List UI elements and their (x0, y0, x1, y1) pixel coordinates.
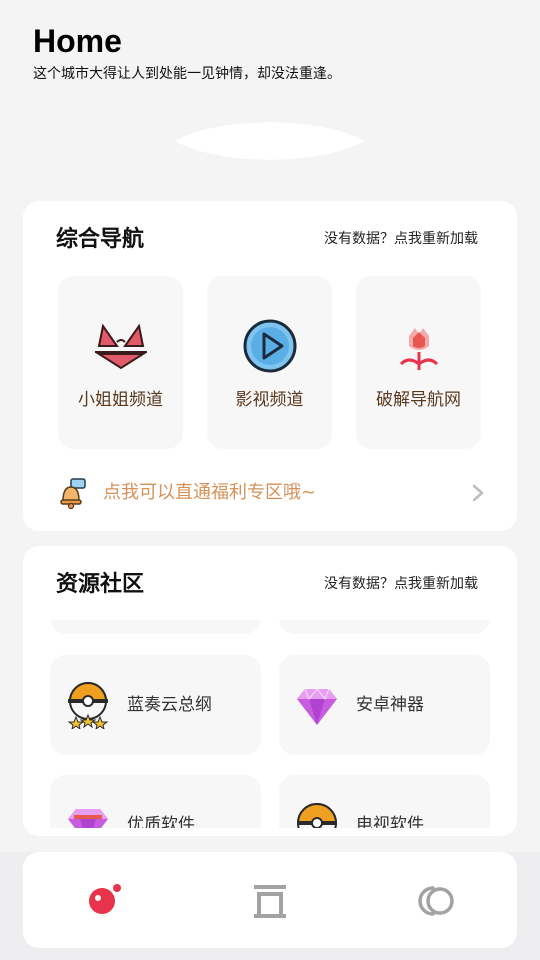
resource-label: 安卓神器 (356, 695, 424, 715)
pokeball-stars-icon (67, 682, 109, 729)
resource-section-card: 资源社区 没有数据？点我重新加载 蓝奏云总纲 安卓神器 优质软件 电视软件 (23, 546, 517, 836)
welfare-promo-link[interactable]: 点我可以直通福利专区哦~ (57, 475, 487, 511)
resource-label: 优质软件 (127, 815, 195, 828)
header: Home 这个城市大得让人到处能一见钟情，却没法重逢。 (33, 22, 341, 84)
bottom-tab-bar (0, 852, 540, 960)
lens-decoration (175, 122, 365, 160)
resource-label: 电视软件 (356, 815, 424, 828)
bell-icon (60, 478, 86, 509)
nav-tile-ladies-channel[interactable]: 小姐姐频道 (58, 276, 183, 449)
nav-tile-crack-nav[interactable]: 破解导航网 (356, 276, 481, 449)
diamond-icon (297, 688, 337, 725)
resource-tile-android[interactable]: 安卓神器 (279, 655, 490, 755)
tab-home[interactable] (79, 878, 129, 924)
promo-text: 点我可以直通福利专区哦~ (103, 482, 317, 503)
play-icon (243, 319, 296, 373)
nav-tile-label: 小姐姐频道 (78, 390, 163, 410)
nav-reload-link[interactable]: 没有数据？点我重新加载 (324, 229, 478, 249)
resource-tile[interactable] (50, 620, 261, 634)
resource-tile-tv-software[interactable]: 电视软件 (279, 775, 490, 828)
flower-icon (399, 328, 438, 370)
resource-label: 蓝奏云总纲 (127, 695, 212, 715)
resource-tile[interactable] (279, 620, 490, 634)
nav-tile-label: 破解导航网 (376, 390, 461, 410)
diamond-icon (68, 809, 108, 828)
bikini-icon (94, 323, 147, 370)
resource-tile-quality-software[interactable]: 优质软件 (50, 775, 261, 828)
tab-archive[interactable] (245, 878, 295, 924)
resource-section-title: 资源社区 (56, 572, 145, 597)
nav-section-title: 综合导航 (56, 227, 145, 252)
page-title: Home (33, 23, 122, 59)
tab-bar-panel (23, 852, 517, 948)
resource-reload-link[interactable]: 没有数据？点我重新加载 (324, 574, 478, 594)
rings-icon (418, 886, 454, 916)
nav-tile-video-channel[interactable]: 影视频道 (207, 276, 332, 449)
nav-section-card: 综合导航 没有数据？点我重新加载 小姐姐频道 影视频道 破解导航网 点我可以直通… (23, 201, 517, 531)
nav-tile-label: 影视频道 (235, 390, 304, 410)
tab-discover[interactable] (411, 878, 461, 924)
home-dot-icon (89, 882, 123, 914)
resource-tile-lanzou[interactable]: 蓝奏云总纲 (50, 655, 261, 755)
pokeball-icon (296, 803, 338, 828)
resource-grid: 蓝奏云总纲 安卓神器 优质软件 电视软件 (23, 620, 517, 828)
gate-icon (254, 885, 286, 918)
page-subtitle: 这个城市大得让人到处能一见钟情，却没法重逢。 (33, 66, 341, 82)
chevron-right-icon (472, 484, 484, 502)
